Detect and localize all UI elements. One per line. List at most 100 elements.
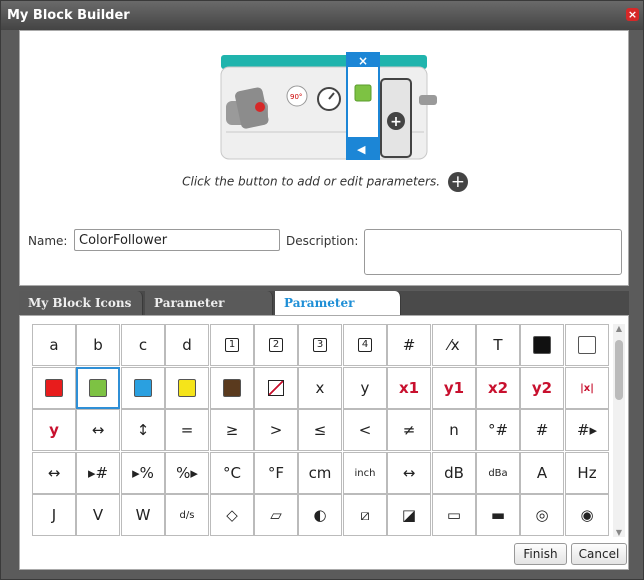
fahrenheit-icon[interactable]: °F <box>254 452 298 494</box>
decibel-a-icon[interactable]: dBa <box>476 452 520 494</box>
icon-glyph: ◪ <box>401 506 417 524</box>
width-icon[interactable]: ↔ <box>32 452 76 494</box>
less-than-icon[interactable]: < <box>343 409 387 451</box>
name-field[interactable] <box>74 229 280 251</box>
boxed-3-icon[interactable]: 3 <box>298 324 342 366</box>
icon-glyph: ≤ <box>313 421 327 439</box>
green-swatch-icon[interactable] <box>76 367 120 409</box>
hash-up-icon[interactable]: # <box>520 409 564 451</box>
letter-c-icon[interactable]: c <box>121 324 165 366</box>
arrow-hash-icon[interactable]: ▸# <box>76 452 120 494</box>
scroll-down-icon[interactable]: ▼ <box>613 528 625 537</box>
x1-icon[interactable]: x1 <box>387 367 431 409</box>
icon-glyph: ↕ <box>136 421 150 439</box>
volt-icon[interactable]: V <box>76 494 120 536</box>
not-equal-icon[interactable]: ≠ <box>387 409 431 451</box>
slash-box-dark-icon[interactable]: ◪ <box>387 494 431 536</box>
tab-my-block-icons[interactable]: My Block Icons <box>19 291 143 315</box>
letter-y-icon[interactable]: y <box>343 367 387 409</box>
parameter-hint: Click the button to add or edit paramete… <box>20 172 630 192</box>
yellow-swatch-icon[interactable] <box>165 367 209 409</box>
greater-equal-icon[interactable]: ≥ <box>210 409 254 451</box>
icon-glyph: J <box>51 506 57 524</box>
ampere-icon[interactable]: A <box>520 452 564 494</box>
my-block-preview: 90° × ◀ + <box>220 52 437 160</box>
letter-a-icon[interactable]: a <box>32 324 76 366</box>
circle-box-icon[interactable]: ◎ <box>520 494 564 536</box>
decibel-icon[interactable]: dB <box>432 452 476 494</box>
no-color-icon[interactable] <box>254 367 298 409</box>
icon-glyph: x1 <box>398 379 420 397</box>
less-equal-icon[interactable]: ≤ <box>298 409 342 451</box>
icon-glyph: # <box>402 336 416 354</box>
description-field[interactable] <box>364 229 622 275</box>
text-T-icon[interactable]: T <box>476 324 520 366</box>
joule-icon[interactable]: J <box>32 494 76 536</box>
screen-dark-icon[interactable]: ▬ <box>476 494 520 536</box>
add-parameter-button[interactable]: + <box>447 172 468 192</box>
icon-glyph: ≥ <box>225 421 239 439</box>
icon-glyph: ▬ <box>490 506 506 524</box>
watt-icon[interactable]: W <box>121 494 165 536</box>
blue-swatch-icon[interactable] <box>121 367 165 409</box>
black-swatch-icon[interactable] <box>520 324 564 366</box>
letter-d-icon[interactable]: d <box>165 324 209 366</box>
move-left-icon[interactable]: ◀ <box>357 143 366 156</box>
y-bar-icon[interactable]: y <box>32 409 76 451</box>
icon-glyph: |x| <box>580 382 594 394</box>
icon-glyph: ↔ <box>91 421 105 439</box>
vertical-scrollbar[interactable]: ▲ ▼ <box>613 324 625 537</box>
letter-b-icon[interactable]: b <box>76 324 120 366</box>
abs-x-icon[interactable]: |x| <box>565 367 609 409</box>
hertz-icon[interactable]: Hz <box>565 452 609 494</box>
cancel-button[interactable]: Cancel <box>571 543 627 565</box>
arrow-percent-icon[interactable]: ▸% <box>121 452 165 494</box>
degrees-per-second-icon[interactable]: d/s <box>165 494 209 536</box>
slash-box-icon[interactable]: ⧄ <box>343 494 387 536</box>
degree-hash-icon[interactable]: °# <box>476 409 520 451</box>
boxed-1-icon[interactable]: 1 <box>210 324 254 366</box>
scroll-thumb[interactable] <box>615 340 623 400</box>
icon-glyph: 4 <box>357 338 373 352</box>
letter-x-icon[interactable]: x <box>298 367 342 409</box>
red-swatch-icon[interactable] <box>32 367 76 409</box>
screen-icon[interactable]: ▭ <box>432 494 476 536</box>
svg-text:+: + <box>390 114 402 130</box>
horizontal-arrows-icon[interactable]: ↔ <box>76 409 120 451</box>
vertical-arrows-icon[interactable]: ↕ <box>121 409 165 451</box>
finish-button[interactable]: Finish <box>514 543 567 565</box>
y2-icon[interactable]: y2 <box>520 367 564 409</box>
scroll-up-icon[interactable]: ▲ <box>613 324 625 333</box>
contrast-icon[interactable]: ◐ <box>298 494 342 536</box>
tab-parameter-setup[interactable]: Parameter Setup <box>145 291 273 334</box>
celsius-icon[interactable]: °C <box>210 452 254 494</box>
icon-glyph: x2 <box>487 379 509 397</box>
letter-n-icon[interactable]: n <box>432 409 476 451</box>
boxed-4-icon[interactable]: 4 <box>343 324 387 366</box>
hint-text: Click the button to add or edit paramete… <box>182 174 441 189</box>
y1-icon[interactable]: y1 <box>432 367 476 409</box>
x2-icon[interactable]: x2 <box>476 367 520 409</box>
percent-arrow-icon[interactable]: %▸ <box>165 452 209 494</box>
hash-right-icon[interactable]: #▸ <box>565 409 609 451</box>
icon-glyph: ▱ <box>270 506 282 524</box>
white-swatch-icon[interactable] <box>565 324 609 366</box>
equals-icon[interactable]: = <box>165 409 209 451</box>
greater-than-icon[interactable]: > <box>254 409 298 451</box>
icon-glyph: < <box>358 421 372 439</box>
brown-swatch-icon[interactable] <box>210 367 254 409</box>
tab-parameter-icons[interactable]: Parameter Icons <box>275 291 401 334</box>
color-swatch <box>89 379 107 397</box>
eraser-icon[interactable]: ▱ <box>254 494 298 536</box>
remove-parameter-icon[interactable]: × <box>358 54 368 68</box>
fraction-icon[interactable]: ⁄x <box>432 324 476 366</box>
inch-icon[interactable]: inch <box>343 452 387 494</box>
cm-icon[interactable]: cm <box>298 452 342 494</box>
circle-box-dark-icon[interactable]: ◉ <box>565 494 609 536</box>
hash-icon[interactable]: # <box>387 324 431 366</box>
distance-icon[interactable]: ↔ <box>387 452 431 494</box>
paint-bucket-icon[interactable]: ◇ <box>210 494 254 536</box>
boxed-2-icon[interactable]: 2 <box>254 324 298 366</box>
icon-glyph: ≠ <box>402 421 416 439</box>
close-icon[interactable]: × <box>626 8 639 21</box>
